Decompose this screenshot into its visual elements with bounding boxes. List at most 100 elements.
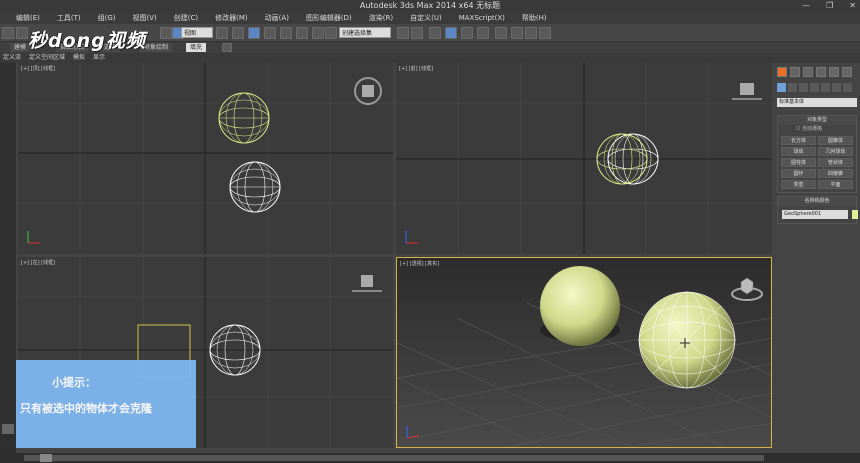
menu-customize[interactable]: 自定义(U) [410,12,442,24]
helpers-category-icon[interactable] [821,83,830,92]
tip-overlay: 小提示： 只有被选中的物体才会克隆 [16,360,196,448]
subbar-item-simulate[interactable]: 模拟 [73,53,85,63]
align-icon[interactable] [411,27,423,39]
plane-button[interactable]: 平面 [818,180,853,189]
restore-button[interactable]: ❐ [826,0,833,12]
pyramid-button[interactable]: 四棱锥 [818,169,853,178]
menu-edit[interactable]: 编辑(E) [16,12,40,24]
ribbon-tab-populate[interactable]: 填充 [186,43,207,52]
pivot-icon[interactable] [216,27,228,39]
menu-group[interactable]: 组(G) [98,12,116,24]
minimize-button[interactable]: — [802,0,810,12]
cylinder-button[interactable]: 圆柱体 [781,158,816,167]
top-grid [18,63,393,254]
top-viewcube-icon[interactable] [352,75,384,107]
layer-icon[interactable] [429,27,441,39]
menu-graph-editors[interactable]: 图形编辑器(D) [306,12,352,24]
unlink-icon[interactable] [16,27,28,39]
object-color-swatch[interactable] [852,210,858,219]
viewport-perspective-label[interactable]: [+] [透视] [真实] [400,260,439,267]
menu-help[interactable]: 帮助(H) [522,12,547,24]
mirror-icon[interactable] [397,27,409,39]
select-icon[interactable] [160,27,172,39]
torus-button[interactable]: 圆环 [781,169,816,178]
motion-tab-icon[interactable] [816,67,826,77]
top-geosphere-clone[interactable] [229,161,281,213]
perspective-scene [397,258,771,447]
geometry-category-icon[interactable] [777,83,786,92]
percent-snap-icon[interactable] [280,27,292,39]
hierarchy-tab-icon[interactable] [803,67,813,77]
cone-button[interactable]: 圆锥体 [818,136,853,145]
curve-editor-icon[interactable] [461,27,473,39]
named-selection-icon[interactable] [325,27,337,39]
display-tab-icon[interactable] [829,67,839,77]
primitive-type-dropdown[interactable]: 标准基本体 [777,98,857,107]
play-icon[interactable] [2,424,14,434]
render-setup-icon[interactable] [511,27,523,39]
menu-maxscript[interactable]: MAXScript(X) [459,12,505,24]
perspective-viewcube-icon[interactable] [729,272,765,304]
spinner-snap-icon[interactable] [296,27,308,39]
object-type-title[interactable]: 对象类型 [778,116,856,125]
subbar-item-display[interactable]: 显示 [93,53,105,63]
menu-tools[interactable]: 工具(T) [57,12,81,24]
viewport-layout-tab[interactable] [0,63,16,453]
viewport-front[interactable]: [+] [前] [线框] [396,63,772,254]
menu-modifiers[interactable]: 修改器(M) [215,12,248,24]
perspective-geosphere-clone[interactable] [638,291,736,389]
ribbon-options-icon[interactable] [222,43,232,52]
named-selection-dropdown[interactable]: 创建选择集 [339,27,391,38]
time-slider-track[interactable] [24,455,764,461]
sphere-button[interactable]: 球体 [781,147,816,156]
time-slider-bar [0,453,860,463]
front-viewcube-icon[interactable] [730,79,764,103]
render-icon[interactable] [539,27,551,39]
menu-views[interactable]: 视图(V) [133,12,157,24]
cameras-category-icon[interactable] [810,83,819,92]
edit-named-sel-icon[interactable] [312,27,324,39]
viewport-top-label[interactable]: [+] [顶] [线框] [21,65,55,72]
material-editor-icon[interactable] [495,27,507,39]
top-geosphere-selected[interactable] [218,92,270,144]
time-slider-thumb[interactable] [40,454,52,462]
move-icon[interactable] [232,27,244,39]
title-bar: Autodesk 3ds Max 2014 x64 无标题 — ❐ ✕ [0,0,860,12]
modify-tab-icon[interactable] [790,67,800,77]
left-viewcube-icon[interactable] [350,271,384,295]
graphite-ribbon-icon[interactable] [445,27,457,39]
geosphere-button[interactable]: 几何球体 [818,147,853,156]
utilities-tab-icon[interactable] [842,67,852,77]
teapot-button[interactable]: 茶壶 [781,180,816,189]
perspective-geosphere-selected[interactable] [540,266,620,346]
subbar-item-flow[interactable]: 定义流 [3,53,21,63]
tube-button[interactable]: 管状体 [818,158,853,167]
object-name-input[interactable]: GeoSphere001 [782,210,848,219]
link-icon[interactable] [2,27,14,39]
ribbon-tab-modeling[interactable]: 建模 [10,43,31,52]
box-button[interactable]: 长方体 [781,136,816,145]
front-grid [396,63,772,254]
subbar-item-idle-area[interactable]: 定义空间区域 [29,53,65,63]
viewport-top[interactable]: [+] [顶] [线框] [18,63,393,254]
spacewarps-category-icon[interactable] [832,83,841,92]
rendered-frame-icon[interactable] [525,27,537,39]
viewport-front-label[interactable]: [+] [前] [线框] [399,65,433,72]
name-color-title[interactable]: 名称和颜色 [778,197,856,206]
shapes-category-icon[interactable] [788,83,797,92]
snap-toggle-icon[interactable] [248,27,260,39]
close-button[interactable]: ✕ [849,0,856,12]
viewport-left-label[interactable]: [+] [左] [线框] [21,259,55,266]
create-tab-icon[interactable] [777,67,787,77]
menu-rendering[interactable]: 渲染(R) [369,12,393,24]
lights-category-icon[interactable] [799,83,808,92]
command-panel: 标准基本体 对象类型 ☐ 自动栅格 长方体 圆锥体 球体 几何球体 圆柱体 管状… [775,63,860,453]
viewport-perspective[interactable]: [+] [透视] [真实] [396,257,772,448]
reference-coord-dropdown[interactable]: 视图 [181,27,213,38]
systems-category-icon[interactable] [843,83,852,92]
menu-create[interactable]: 创建(C) [174,12,198,24]
menu-animation[interactable]: 动画(A) [265,12,289,24]
menu-bar: 编辑(E) 工具(T) 组(G) 视图(V) 创建(C) 修改器(M) 动画(A… [0,12,860,24]
schematic-view-icon[interactable] [477,27,489,39]
angle-snap-icon[interactable] [264,27,276,39]
